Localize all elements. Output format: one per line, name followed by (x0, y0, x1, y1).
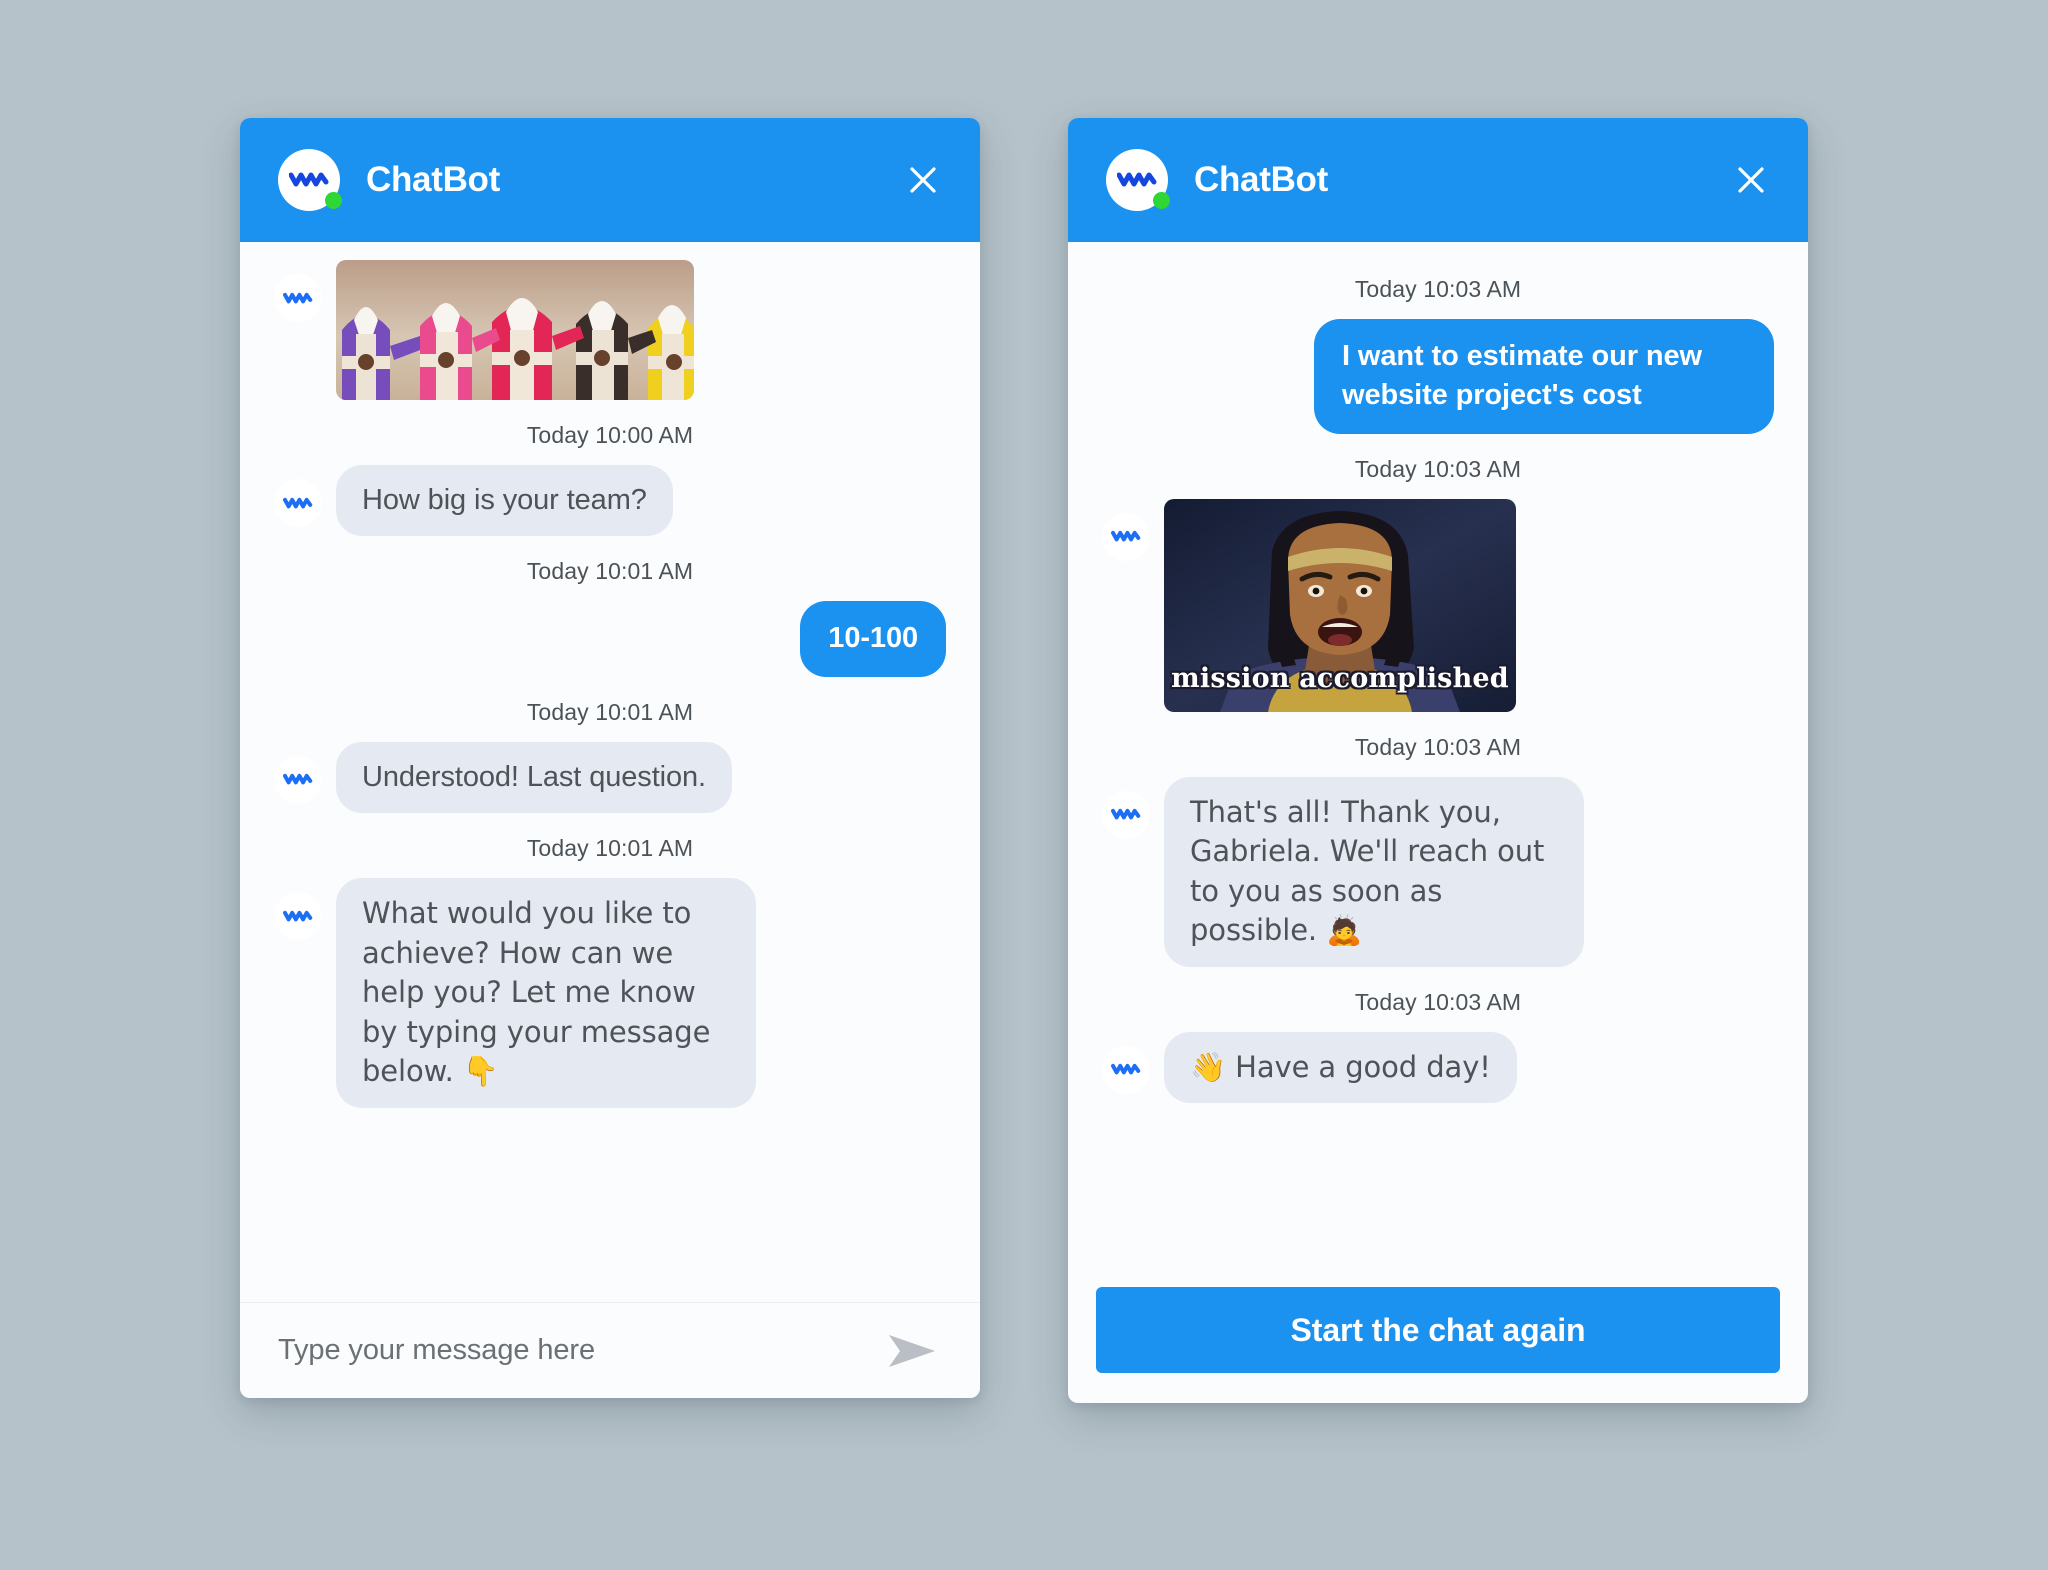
message-timestamp: Today 10:03 AM (1354, 733, 1522, 760)
message-input[interactable] (278, 1334, 882, 1367)
page-title: ChatBot (366, 160, 500, 199)
message-image-rangers[interactable] (336, 260, 694, 400)
message-row: Understood! Last question. (274, 741, 946, 814)
close-icon[interactable] (900, 157, 946, 203)
message-timestamp: Today 10:03 AM (1354, 988, 1522, 1015)
message-bubble: What would you like to achieve? How can … (336, 878, 756, 1108)
message-row: That's all! Thank you, Gabriela. We'll r… (1102, 776, 1774, 967)
chat-header: ChatBot (240, 118, 980, 242)
conversation-right: Today 10:03 AM I want to estimate our ne… (1068, 242, 1808, 1277)
message-row: I want to estimate our new website proje… (1102, 319, 1774, 434)
message-image-kronk[interactable]: mission accomplished (1164, 498, 1516, 712)
meme-caption-text: mission accomplished (1171, 662, 1509, 694)
message-bubble: Understood! Last question. (336, 741, 733, 814)
page-title: ChatBot (1194, 160, 1328, 199)
message-row (274, 260, 946, 400)
message-timestamp: Today 10:01 AM (526, 698, 694, 725)
online-status-dot (1153, 192, 1170, 209)
send-icon[interactable] (882, 1325, 942, 1377)
message-timestamp: Today 10:00 AM (526, 422, 694, 448)
message-row: 👋 Have a good day! (1102, 1031, 1774, 1104)
message-timestamp: Today 10:01 AM (526, 835, 694, 862)
online-status-dot (325, 192, 342, 209)
bot-avatar (278, 149, 342, 211)
message-composer (240, 1302, 980, 1398)
bot-mini-avatar-icon (1102, 790, 1150, 839)
message-timestamp: Today 10:03 AM (1354, 276, 1522, 302)
message-bubble: I want to estimate our new website proje… (1314, 319, 1774, 434)
start-chat-again-button[interactable]: Start the chat again (1096, 1287, 1780, 1373)
bot-mini-avatar-icon (1102, 512, 1150, 561)
message-row: mission accomplished (1102, 498, 1774, 712)
bot-mini-avatar-icon (274, 479, 322, 527)
bot-mini-avatar-icon (274, 892, 322, 941)
message-bubble: How big is your team? (336, 465, 673, 537)
message-row: What would you like to achieve? How can … (274, 878, 946, 1108)
message-timestamp: Today 10:01 AM (526, 558, 694, 585)
bot-mini-avatar-icon (274, 755, 322, 804)
chat-widget-right: ChatBot Today 10:03 AM I want to estimat… (1068, 118, 1808, 1403)
message-row: How big is your team? (274, 465, 946, 537)
bot-mini-avatar-icon (274, 274, 322, 322)
message-bubble: 👋 Have a good day! (1164, 1031, 1517, 1104)
bot-avatar (1106, 149, 1170, 211)
conversation-left: Today 10:00 AM How big is your team? Tod… (240, 242, 980, 1302)
message-row: 10-100 (274, 601, 946, 677)
message-timestamp: Today 10:03 AM (1354, 455, 1522, 482)
chat-header: ChatBot (1068, 118, 1808, 242)
close-icon[interactable] (1728, 157, 1774, 203)
message-bubble: That's all! Thank you, Gabriela. We'll r… (1164, 776, 1584, 967)
chat-widget-left: ChatBot Today 10:00 AM How big is your t… (240, 118, 980, 1398)
restart-button-container: Start the chat again (1068, 1277, 1808, 1403)
message-bubble: 10-100 (800, 601, 946, 677)
bot-mini-avatar-icon (1102, 1045, 1150, 1094)
